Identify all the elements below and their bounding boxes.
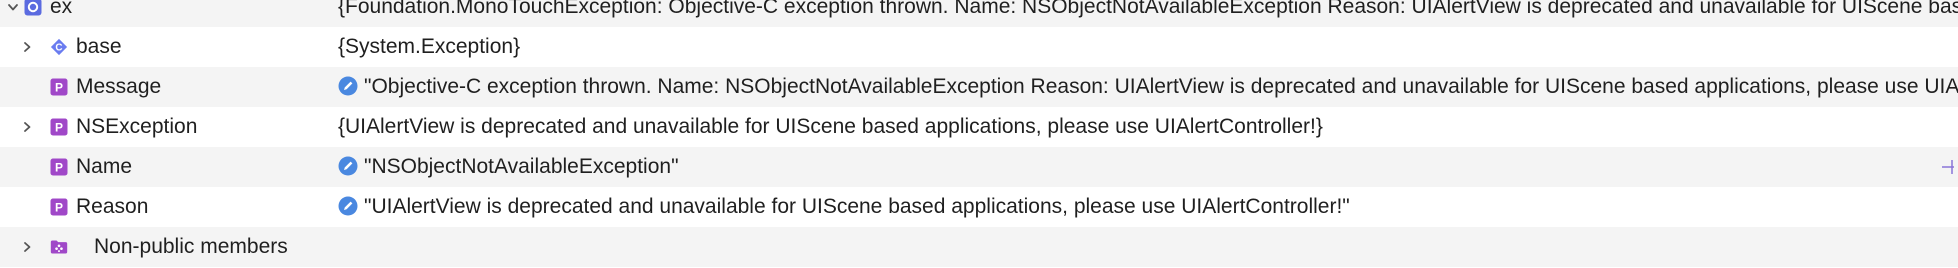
- locals-tree: ex {Foundation.MonoTouchException: Objec…: [0, 0, 1958, 267]
- svg-text:P: P: [55, 161, 63, 175]
- tree-row-reason[interactable]: P Reason "UIAlertView is deprecated and …: [0, 187, 1958, 227]
- pencil-icon[interactable]: [338, 70, 358, 96]
- tree-row-value: {UIAlertView is deprecated and unavailab…: [338, 115, 1323, 138]
- chevron-right-icon[interactable]: [16, 227, 38, 267]
- tree-row-value: "NSObjectNotAvailableException": [338, 147, 1958, 187]
- tree-row-base[interactable]: C base {System.Exception}: [0, 27, 1958, 67]
- tree-row-label: Reason: [76, 195, 149, 218]
- tree-row-name[interactable]: P Name "NSObjectNotAvailableException": [0, 147, 1958, 187]
- class-icon: C: [50, 38, 68, 56]
- tree-row-nsexception[interactable]: P NSException {UIAlertView is deprecated…: [0, 107, 1958, 147]
- svg-text:P: P: [55, 201, 63, 215]
- tree-row-label: Message: [76, 75, 162, 98]
- tree-row-label: NSException: [76, 115, 198, 138]
- tree-row-value: "UIAlertView is deprecated and unavailab…: [338, 187, 1958, 227]
- tree-row-ex[interactable]: ex {Foundation.MonoTouchException: Objec…: [0, 0, 1958, 27]
- property-icon: P: [50, 78, 68, 96]
- column-resize-handle[interactable]: [1938, 147, 1958, 187]
- tree-row-label: base: [76, 35, 122, 58]
- object-icon: [24, 0, 42, 16]
- tree-row-value: {System.Exception}: [338, 35, 521, 58]
- chevron-right-icon[interactable]: [16, 107, 38, 147]
- chevron-right-icon[interactable]: [16, 27, 38, 67]
- pencil-icon[interactable]: [338, 150, 358, 176]
- tree-row-message[interactable]: P Message "Objective-C exception thrown.…: [0, 67, 1958, 107]
- tree-row-value: {Foundation.MonoTouchException: Objectiv…: [338, 0, 1958, 18]
- svg-text:P: P: [55, 81, 63, 95]
- property-icon: P: [50, 198, 68, 216]
- svg-text:P: P: [55, 121, 63, 135]
- property-icon: P: [50, 118, 68, 136]
- non-public-members-icon: [50, 238, 68, 256]
- svg-text:C: C: [55, 43, 62, 54]
- tree-row-label: Name: [76, 155, 133, 178]
- property-icon: P: [50, 158, 68, 176]
- chevron-down-icon[interactable]: [2, 0, 24, 27]
- tree-row-value: "Objective-C exception thrown. Name: NSO…: [338, 67, 1958, 107]
- pencil-icon[interactable]: [338, 190, 358, 216]
- tree-row-label: ex: [50, 0, 73, 18]
- tree-row-non-public-members[interactable]: Non-public members: [0, 227, 1958, 267]
- tree-row-label: Non-public members: [94, 235, 288, 258]
